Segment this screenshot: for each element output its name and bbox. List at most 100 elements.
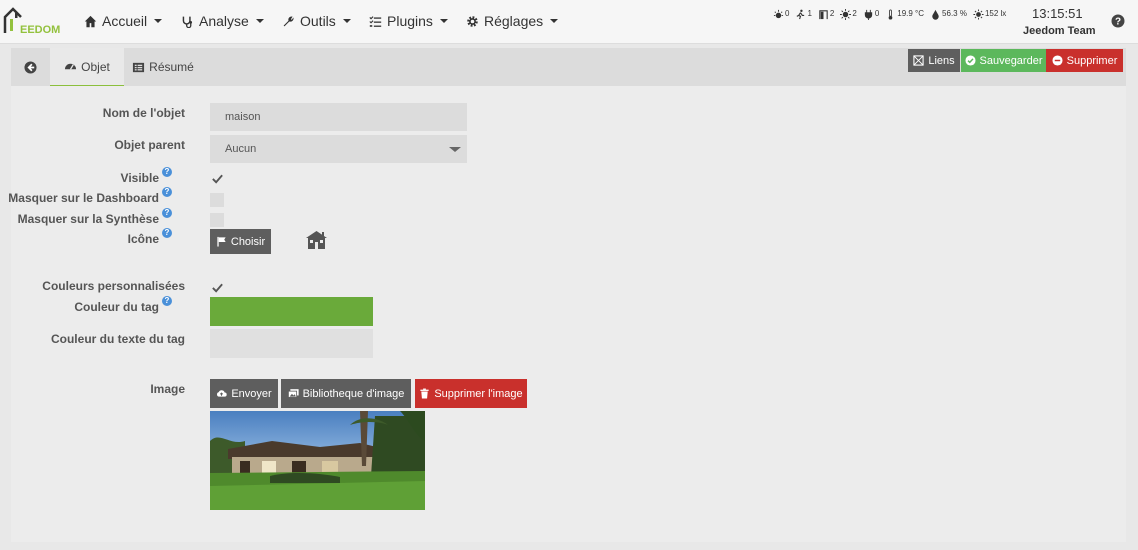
parent-value: Aucun [225, 143, 257, 155]
summary-plug-value: 0 [874, 9, 880, 18]
choisir-button[interactable]: Choisir [210, 229, 271, 254]
tab-objet[interactable]: Objet [50, 48, 124, 86]
bibliotheque-button[interactable]: Bibliotheque d'image [281, 379, 411, 408]
top-navbar: EEDOM Accueil Analyse Outils Plugins Rég… [0, 0, 1138, 44]
help-icon[interactable]: ? [162, 228, 172, 238]
masquer-synthese-checkbox[interactable] [210, 213, 224, 227]
tab-objet-label: Objet [81, 59, 110, 74]
summary-luminosity-value: 152 lx [984, 9, 1007, 18]
couleurs-label: Couleurs personnalisées [42, 279, 185, 293]
summary-temperature[interactable]: 19.9 °C [885, 9, 924, 20]
couleur-tag-label: Couleur du tag? [74, 296, 172, 314]
delete-label: Supprimer [1066, 54, 1118, 67]
parent-label: Objet parent [114, 138, 185, 152]
tab-resume-label: Résumé [149, 60, 194, 74]
choisir-label: Choisir [230, 235, 266, 248]
tab-resume[interactable]: Résumé [125, 48, 201, 86]
liens-label: Liens [928, 54, 955, 67]
help-icon[interactable]: ? [1111, 14, 1125, 28]
summary-plug[interactable]: 0 [863, 9, 879, 20]
link-icon [913, 55, 924, 66]
summary-socket-value: 2 [852, 9, 857, 18]
summary-socket[interactable]: 2 [840, 9, 857, 20]
icone-label-text: Icône [127, 232, 159, 246]
summary-light[interactable]: 0 [773, 9, 789, 20]
summary-door-value: 2 [829, 9, 835, 18]
nav-reglages[interactable]: Réglages [466, 13, 559, 29]
check-icon [211, 283, 223, 293]
svg-text:EEDOM: EEDOM [20, 24, 60, 35]
arrow-left-circle-icon [23, 60, 37, 74]
nav-plugins-label: Plugins [387, 13, 433, 29]
tasks-icon [369, 15, 382, 27]
summary-humidity[interactable]: 56.3 % [930, 9, 967, 20]
supprimer-image-button[interactable]: Supprimer l'image [415, 379, 527, 408]
help-icon[interactable]: ? [162, 167, 172, 177]
couleur-texte-input[interactable] [210, 329, 373, 358]
chevron-down-icon [439, 19, 448, 23]
help-icon[interactable]: ? [162, 208, 172, 218]
clock: 13:15:51 [1032, 6, 1083, 21]
socket-icon [840, 9, 852, 20]
jeedom-logo[interactable]: EEDOM [3, 5, 67, 35]
nav-analyse-label: Analyse [199, 13, 249, 29]
help-icon[interactable]: ? [162, 296, 172, 306]
motion-icon [797, 9, 805, 20]
image-label: Image [150, 382, 185, 396]
dashboard-icon [65, 63, 77, 70]
save-button[interactable]: Sauvegarder [961, 49, 1046, 72]
bibliotheque-label: Bibliotheque d'image [302, 387, 405, 400]
summary-door[interactable]: 2 [818, 9, 834, 20]
summary-motion[interactable]: 1 [795, 9, 812, 20]
nav-accueil-label: Accueil [102, 13, 148, 29]
chevron-down-icon [550, 19, 559, 23]
nav-accueil[interactable]: Accueil [84, 13, 163, 29]
list-alt-icon [133, 62, 145, 72]
save-label: Sauvegarder [979, 54, 1043, 67]
object-image [210, 411, 425, 510]
couleurs-checkbox[interactable] [210, 280, 224, 294]
delete-button[interactable]: Supprimer [1046, 49, 1123, 72]
summary-luminosity[interactable]: 152 lx [973, 9, 1006, 20]
summary-humidity-value: 56.3 % [942, 9, 967, 18]
home-icon [84, 15, 97, 27]
nav-analyse[interactable]: Analyse [181, 13, 264, 29]
couleur-texte-label: Couleur du texte du tag [50, 332, 185, 346]
liens-button[interactable]: Liens [908, 49, 960, 72]
nom-input[interactable]: maison [210, 103, 467, 131]
nav-outils[interactable]: Outils [282, 13, 351, 29]
icone-label: Icône? [127, 228, 172, 246]
masquer-dashboard-text: Masquer sur le Dashboard [8, 191, 159, 205]
stethoscope-icon [182, 16, 193, 28]
cog-icon [467, 15, 478, 27]
svg-text:?: ? [1115, 17, 1121, 28]
couleur-tag-input[interactable] [210, 297, 373, 326]
check-icon [211, 174, 223, 184]
images-icon [287, 389, 299, 398]
supprimer-image-label: Supprimer l'image [434, 387, 523, 400]
chevron-down-icon [154, 19, 163, 23]
check-circle-icon [964, 55, 976, 66]
parent-select[interactable]: Aucun [210, 135, 467, 163]
summary-motion-value: 1 [807, 9, 812, 18]
humidity-icon [932, 9, 939, 20]
envoyer-button[interactable]: Envoyer [210, 379, 278, 408]
visible-checkbox[interactable] [210, 171, 224, 185]
nav-plugins[interactable]: Plugins [369, 13, 448, 29]
trash-icon [420, 388, 429, 399]
visible-label-text: Visible [120, 171, 159, 185]
summary-temperature-value: 19.9 °C [897, 9, 925, 18]
back-button[interactable] [11, 48, 49, 86]
cloud-upload-icon [217, 390, 227, 397]
flag-icon [217, 236, 226, 247]
visible-label: Visible? [120, 167, 172, 185]
object-form-panel [11, 86, 1126, 542]
masquer-dashboard-checkbox[interactable] [210, 193, 224, 207]
global-summary[interactable]: 0 1 2 2 0 19.9 °C 56.3 % 152 lx [773, 9, 1006, 20]
nav-reglages-label: Réglages [484, 13, 544, 29]
chevron-down-icon [255, 19, 264, 23]
door-icon [819, 10, 828, 20]
summary-light-value: 0 [785, 9, 790, 18]
user-menu[interactable]: Jeedom Team [1023, 25, 1096, 37]
help-icon[interactable]: ? [162, 187, 172, 197]
